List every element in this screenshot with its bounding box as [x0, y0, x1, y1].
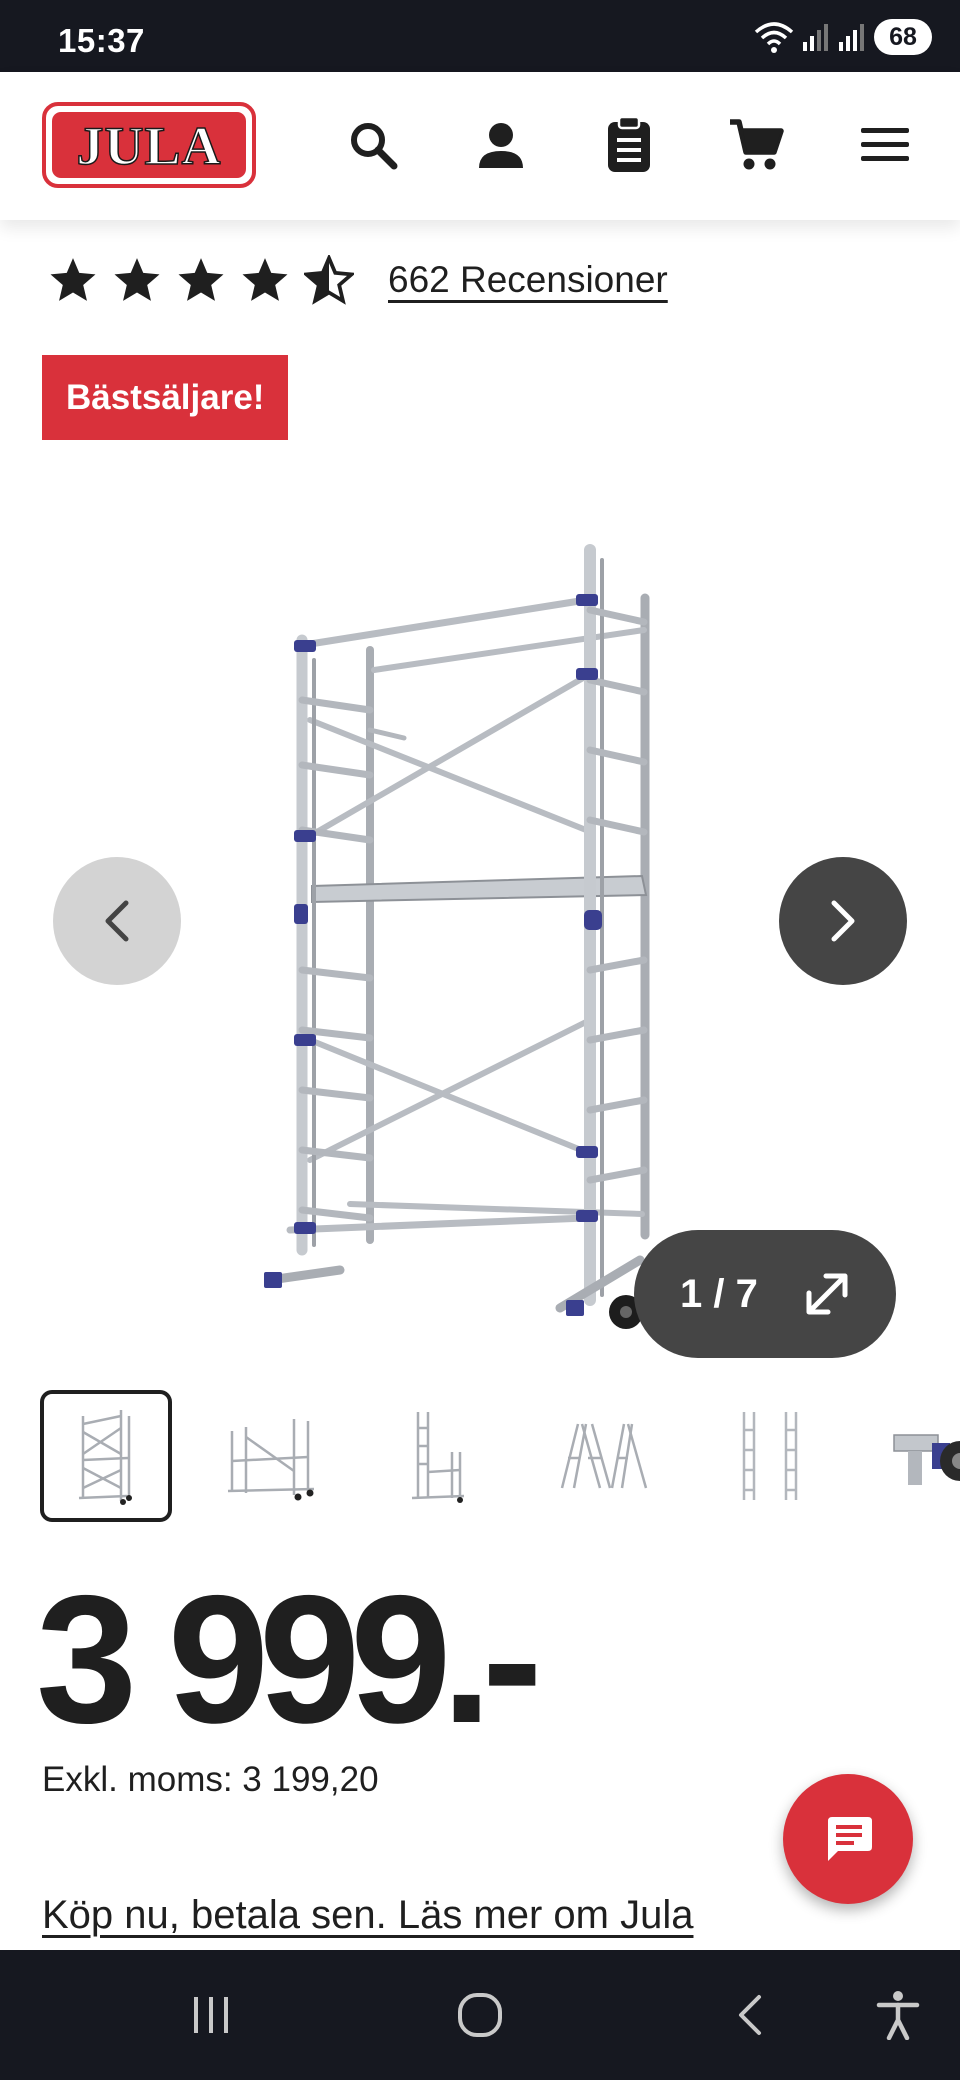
- scaffold-product-image[interactable]: [230, 500, 690, 1330]
- app-header: JULA: [0, 72, 960, 220]
- status-time: 15:37: [58, 22, 145, 59]
- gallery-prev-button[interactable]: [53, 857, 181, 985]
- star-half-icon: [304, 255, 354, 305]
- status-icons: 68: [754, 18, 932, 56]
- accessibility-button[interactable]: [863, 1980, 933, 2050]
- thumbnail-5[interactable]: [704, 1390, 836, 1522]
- search-icon: [351, 123, 398, 170]
- svg-text:JULA: JULA: [76, 116, 221, 176]
- bestseller-badge: Bästsäljare!: [42, 355, 289, 440]
- pay-later-link[interactable]: Köp nu, betala sen. Läs mer om Jula: [42, 1893, 693, 1938]
- product-price: 3 999.-: [36, 1557, 543, 1761]
- star-full-icon: [178, 258, 224, 301]
- star-full-icon: [114, 258, 160, 301]
- shopping-list-button[interactable]: [596, 112, 662, 178]
- thumbnail-1[interactable]: [40, 1390, 172, 1522]
- recent-apps-button[interactable]: [176, 1980, 246, 2050]
- search-button[interactable]: [340, 112, 406, 178]
- home-icon: [458, 1993, 502, 2037]
- menu-icon: [861, 128, 909, 161]
- back-icon: [739, 1995, 761, 2035]
- chevron-right-icon: [831, 900, 855, 942]
- scaffold-thumbnail: [227, 1419, 315, 1501]
- battery-indicator: 68: [874, 19, 932, 55]
- price-excl-vat: Exkl. moms: 3 199,20: [42, 1760, 379, 1799]
- cart-button[interactable]: [723, 112, 789, 178]
- gallery-next-button[interactable]: [779, 857, 907, 985]
- chat-icon: [828, 1817, 872, 1861]
- star-full-icon: [50, 258, 96, 301]
- reviews-link[interactable]: 662 Recensioner: [388, 259, 668, 301]
- clipboard-list-icon: [608, 116, 650, 172]
- menu-button[interactable]: [852, 112, 918, 178]
- scaffold-thumbnail: [411, 1412, 465, 1503]
- wifi-icon: [754, 22, 794, 53]
- expand-icon: [806, 1273, 848, 1315]
- product-rating[interactable]: 662 Recensioner: [48, 255, 668, 305]
- thumbnail-2[interactable]: [206, 1390, 338, 1522]
- chevron-left-icon: [105, 900, 129, 942]
- recent-apps-icon: [194, 1997, 228, 2033]
- cart-icon: [730, 119, 784, 170]
- accessibility-icon: [876, 1991, 920, 2040]
- image-gallery: 1 / 7: [0, 470, 960, 1358]
- account-button[interactable]: [468, 112, 534, 178]
- home-button[interactable]: [445, 1980, 515, 2050]
- account-icon: [479, 123, 523, 168]
- system-navigation-bar: [0, 1950, 960, 2080]
- signal-icon: [803, 24, 828, 51]
- signal-icon-2: [839, 24, 864, 51]
- thumbnail-strip: [40, 1390, 960, 1522]
- thumbnail-3[interactable]: [372, 1390, 504, 1522]
- fullscreen-button[interactable]: 1 / 7: [634, 1230, 896, 1358]
- star-full-icon: [242, 258, 288, 301]
- jula-logo[interactable]: JULA: [42, 102, 256, 188]
- scaffold-thumbnail: [78, 1410, 132, 1505]
- image-counter: 1 / 7: [680, 1271, 758, 1316]
- thumbnail-6[interactable]: [870, 1390, 960, 1522]
- thumbnail-4[interactable]: [538, 1390, 670, 1522]
- status-bar: 15:37 68: [0, 0, 960, 72]
- chat-button[interactable]: [783, 1774, 913, 1904]
- wheel-detail-thumbnail: [893, 1434, 960, 1485]
- back-button[interactable]: [715, 1980, 785, 2050]
- ladder-thumbnail: [560, 1423, 648, 1489]
- ladder-thumbnail: [742, 1412, 798, 1500]
